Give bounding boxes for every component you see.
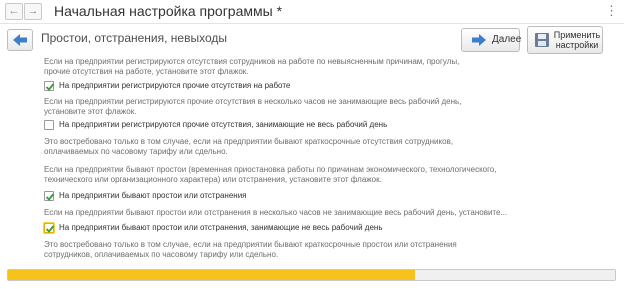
section-title: Простои, отстранения, невыходы — [41, 31, 227, 45]
next-button-label: Далее — [492, 34, 522, 45]
apply-settings-label: Применить настройки — [553, 30, 601, 50]
item-description: Если на предприятии бывают простои (врем… — [44, 165, 497, 184]
checkmark-icon — [45, 193, 55, 201]
checkbox-label: На предприятии бывают простои или отстра… — [59, 191, 247, 200]
checkbox-box[interactable] — [44, 191, 55, 201]
nav-back-button[interactable]: ← — [5, 3, 23, 20]
checkmark-icon — [45, 225, 55, 233]
item-note: Это востребовано только в том случае, ес… — [44, 137, 454, 156]
progress-bar — [7, 269, 616, 281]
previous-step-button[interactable] — [7, 29, 33, 51]
more-menu-icon[interactable]: ⋮ — [605, 3, 618, 19]
nav-forward-button[interactable]: → — [24, 3, 42, 20]
checkbox-box[interactable] — [44, 81, 55, 91]
step-header: Простои, отстранения, невыходы Далее При… — [0, 24, 624, 56]
window-title: Начальная настройка программы * — [54, 3, 283, 19]
window-titlebar: ← → Начальная настройка программы * ⋮ — [0, 0, 624, 24]
item-description: Если на предприятии регистрируются прочи… — [44, 97, 462, 116]
checkbox-box[interactable] — [44, 120, 54, 130]
progress-fill — [8, 270, 415, 280]
arrow-right-icon — [472, 34, 486, 46]
apply-settings-button[interactable]: Применить настройки — [527, 26, 603, 54]
next-button[interactable]: Далее — [461, 28, 522, 52]
checkbox-label: На предприятии регистрируются прочие отс… — [59, 81, 291, 90]
item-note: Это востребовано только в том случае, ес… — [44, 240, 457, 259]
item-description: Если на предприятии регистрируются отсут… — [44, 57, 460, 76]
checkbox-box[interactable] — [44, 223, 55, 233]
floppy-disk-icon — [535, 33, 549, 47]
settings-form: Если на предприятии регистрируются отсут… — [0, 57, 624, 264]
arrow-left-icon — [13, 34, 27, 46]
item-description: Если на предприятии бывают простои или о… — [44, 208, 508, 217]
checkmark-icon — [45, 83, 55, 91]
checkbox-label: На предприятии регистрируются прочие отс… — [59, 120, 388, 129]
checkbox-label: На предприятии бывают простои или отстра… — [59, 223, 383, 232]
